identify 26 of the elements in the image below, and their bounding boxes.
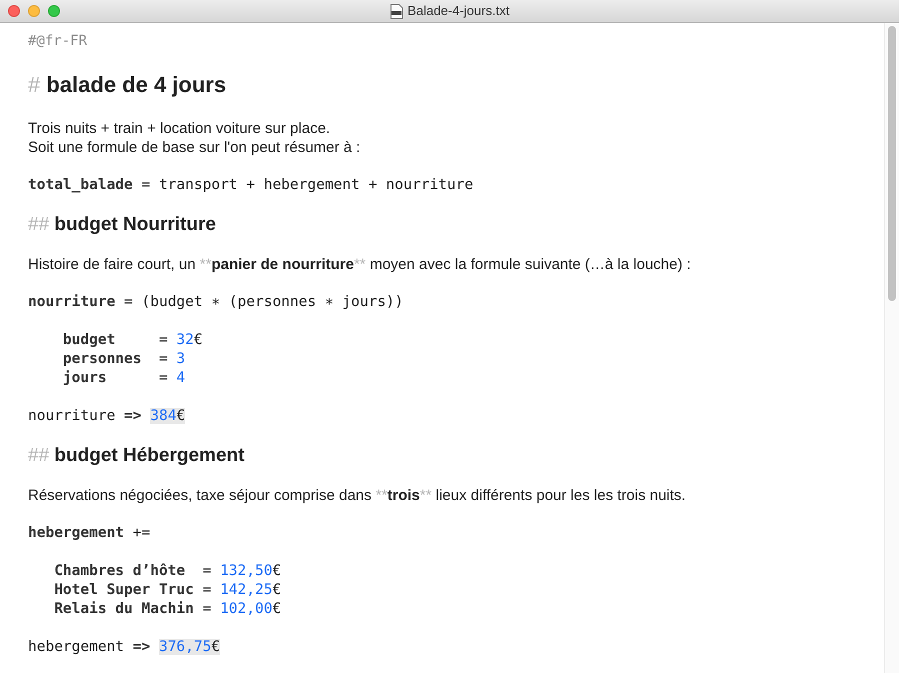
language-tag: #@fr-FR [28, 32, 88, 51]
code-line: total_balade = transport + hebergement + nourriture [28, 176, 474, 195]
code-line: hebergement += [28, 524, 150, 543]
code-line: jours = 4 [62, 369, 186, 388]
paragraph-line: Réservations négociées, taxe séjour comprise dans **trois** lieux différents pour les les trois nuits. [28, 486, 686, 505]
code-line: hebergement => 376,75€ [28, 638, 220, 657]
scrollbar[interactable] [884, 23, 899, 673]
minimize-button[interactable] [28, 5, 40, 17]
code-line: nourriture = (budget ∗ (personnes ∗ jours)) [28, 293, 404, 312]
close-button[interactable] [8, 5, 20, 17]
paragraph-line: Soit une formule de base sur l'on peut résumer à : [28, 138, 360, 157]
code-line: nourriture => 384€ [28, 407, 186, 426]
code-line: Chambres d’hôte = 132,50€ [53, 562, 282, 581]
code-line: Relais du Machin = 102,00€ [53, 600, 282, 619]
scrollbar-thumb[interactable] [888, 26, 896, 301]
document-heading: # balade de 4 jours [28, 71, 226, 99]
zoom-button[interactable] [48, 5, 60, 17]
paragraph-line: Histoire de faire court, un **panier de nourriture** moyen avec la formule suivante (…à la louche) : [28, 255, 691, 274]
code-line: budget = 32€ [62, 331, 203, 350]
text-file-icon [390, 4, 403, 18]
section-heading: ## budget Nourriture [28, 214, 216, 236]
code-line: Hotel Super Truc = 142,25€ [53, 581, 282, 600]
section-heading: ## budget Hébergement [28, 445, 244, 467]
window-title: Balade-4-jours.txt [408, 2, 510, 20]
code-line: personnes = 3 [62, 350, 186, 369]
paragraph-line: Trois nuits + train + location voiture sur place. [28, 119, 330, 138]
